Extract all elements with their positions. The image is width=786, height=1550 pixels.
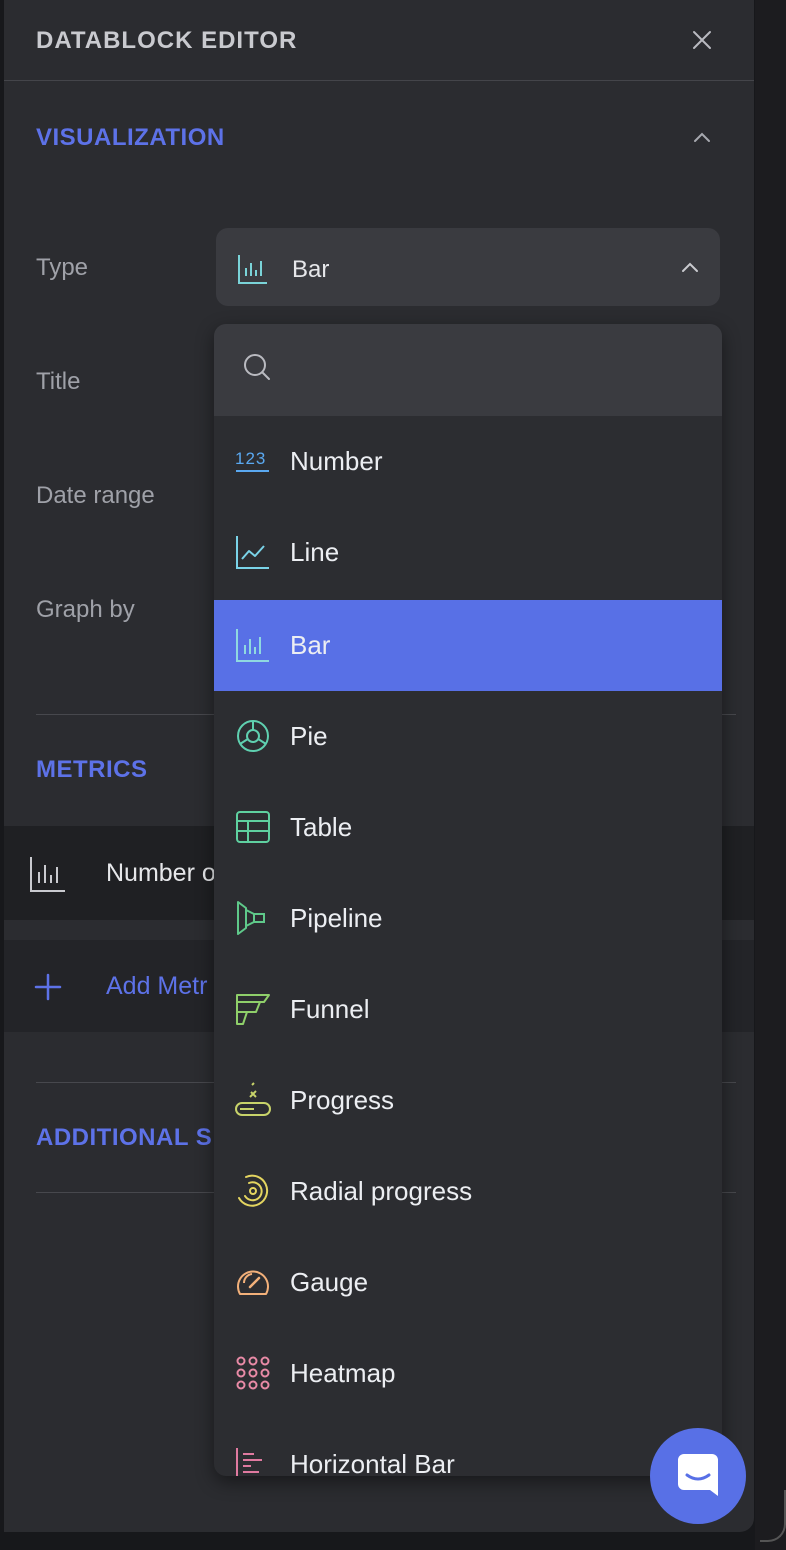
type-select-value: Bar (292, 256, 330, 283)
metric-label: Number o (106, 859, 216, 887)
editor-title: DATABLOCK EDITOR (36, 27, 298, 54)
type-label: Type (36, 254, 89, 281)
dropdown-option-label: Pipeline (290, 903, 383, 933)
dropdown-option-funnel[interactable]: Funnel (214, 964, 722, 1055)
dropdown-option-pie[interactable]: Pie (214, 691, 722, 782)
dropdown-option-pipeline[interactable]: Pipeline (214, 873, 722, 964)
dropdown-option-label: Funnel (290, 994, 370, 1024)
dropdown-option-horizontal-bar[interactable]: Horizontal Bar (214, 1419, 722, 1476)
horizontal-bar-icon (236, 1448, 262, 1476)
dropdown-option-label: Horizontal Bar (290, 1449, 455, 1476)
visualization-section-title[interactable]: VISUALIZATION (36, 124, 225, 152)
dropdown-option-heatmap[interactable]: Heatmap (214, 1328, 722, 1419)
heatmap-icon (236, 1356, 270, 1390)
dropdown-option-bar[interactable]: Bar (214, 600, 722, 691)
date-range-label: Date range (36, 482, 155, 509)
search-icon (244, 354, 270, 380)
dropdown-option-table[interactable]: Table (214, 782, 722, 873)
chat-icon (678, 1454, 718, 1496)
dropdown-option-gauge[interactable]: Gauge (214, 1237, 722, 1328)
chevron-up-icon (682, 262, 698, 272)
number-123-icon: 123 (235, 449, 269, 472)
metrics-section-title[interactable]: METRICS (36, 756, 148, 784)
dropdown-option-line[interactable]: Line (214, 507, 722, 598)
title-label: Title (36, 368, 81, 395)
type-select[interactable]: Bar (216, 228, 720, 306)
progress-icon (235, 1082, 271, 1116)
window-edge (755, 0, 786, 1550)
dropdown-option-label: Line (290, 537, 340, 567)
graph-by-label: Graph by (36, 596, 135, 623)
dropdown-option-radial-progress[interactable]: Radial progress (214, 1146, 722, 1237)
dropdown-option-number[interactable]: 123 Number (214, 416, 722, 507)
funnel-icon (236, 994, 270, 1025)
bar-chart-icon (238, 255, 267, 284)
plus-icon (34, 973, 62, 1001)
line-chart-icon (236, 536, 269, 569)
dropdown-option-progress[interactable]: Progress (214, 1055, 722, 1146)
pie-chart-icon (237, 720, 269, 752)
dropdown-option-label: Heatmap (290, 1358, 396, 1388)
dropdown-option-label: Gauge (290, 1267, 369, 1297)
dropdown-option-label: Pie (290, 721, 328, 751)
add-metric-label: Add Metr (106, 972, 208, 1000)
pipeline-icon (237, 901, 265, 935)
gauge-icon (237, 1270, 269, 1295)
bar-chart-icon (30, 857, 65, 892)
dropdown-option-label: Number (290, 446, 383, 476)
dropdown-option-label: Radial progress (290, 1176, 473, 1206)
dropdown-search (214, 324, 722, 416)
dropdown-search-input[interactable] (284, 346, 708, 396)
window-edge-corner (760, 1490, 786, 1542)
chat-launcher-button[interactable] (650, 1428, 746, 1524)
radial-progress-icon (238, 1174, 269, 1207)
editor-header: DATABLOCK EDITOR (4, 0, 754, 81)
dropdown-option-label: Progress (290, 1085, 395, 1115)
collapse-chevron-up-icon[interactable] (690, 126, 714, 150)
type-dropdown-menu: 123 Number Line Bar Pie Table Pipeline F… (214, 324, 722, 1476)
bar-chart-icon (236, 629, 269, 662)
close-icon[interactable] (690, 28, 714, 52)
dropdown-option-label: Table (290, 812, 353, 842)
svg-text:123: 123 (235, 449, 266, 468)
dropdown-option-label: Bar (290, 630, 331, 660)
additional-section-title[interactable]: ADDITIONAL S (36, 1124, 212, 1152)
table-icon (236, 811, 270, 843)
